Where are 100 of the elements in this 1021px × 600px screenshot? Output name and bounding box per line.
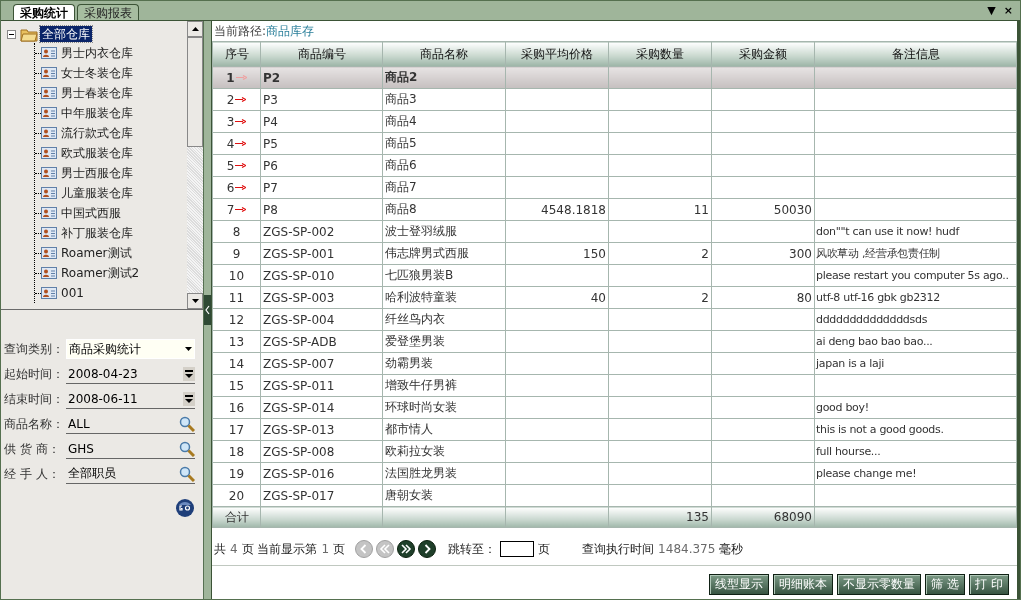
lookup-field[interactable]: 全部职员	[66, 464, 195, 484]
column-header[interactable]: 商品名称	[382, 41, 506, 67]
lookup-field[interactable]: GHS	[66, 439, 195, 459]
table-cell: utf-8 utf-16 gbk gb2312	[816, 291, 940, 304]
collapse-handle[interactable]	[204, 295, 211, 325]
action-button[interactable]: 线型显示	[709, 574, 770, 595]
date-field[interactable]: 2008-04-23	[66, 364, 195, 384]
contact-card-icon	[41, 67, 57, 79]
tree-item[interactable]: 001	[59, 285, 86, 301]
action-button[interactable]: 明细账本	[773, 574, 834, 595]
field-label: 商品名称：	[4, 415, 65, 433]
table-cell: 商品5	[385, 136, 417, 150]
tree-item[interactable]: 中国式西服	[59, 205, 123, 221]
tree-item[interactable]: 男士内衣仓库	[59, 45, 135, 61]
table-cell: 2	[226, 92, 235, 107]
window-control[interactable]: ▼	[984, 4, 999, 17]
table-cell: 5	[226, 158, 235, 173]
column-header[interactable]: 序号	[212, 41, 261, 67]
table-cell: 8	[232, 224, 241, 239]
table-cell: japan is a laji	[816, 357, 884, 370]
dropdown-icon[interactable]	[183, 391, 195, 406]
table-cell: P8	[263, 202, 278, 217]
table-cell: ZGS-SP-011	[263, 378, 335, 393]
column-header[interactable]: 采购平均价格	[505, 41, 609, 67]
path-label: 当前路径:	[214, 22, 267, 40]
table-cell: 18	[228, 444, 245, 459]
table-cell: ZGS-SP-004	[263, 312, 335, 327]
table-cell: 商品8	[385, 202, 417, 216]
search-icon[interactable]	[179, 440, 195, 457]
pager-text: 页	[538, 540, 551, 558]
table-cell: 4548.1818	[541, 202, 606, 217]
table-cell: 风吹草动 ,经营承包责任制	[816, 247, 941, 260]
tree-item[interactable]: 女士冬装仓库	[59, 65, 135, 81]
tree-item[interactable]: Roamer测试	[59, 245, 134, 261]
table-cell: ZGS-SP-003	[263, 290, 335, 305]
table-cell: 9	[232, 246, 241, 261]
dropdown[interactable]: 商品采购统计	[66, 339, 195, 359]
table-cell: ZGS-SP-014	[263, 400, 335, 415]
contact-card-icon	[41, 87, 57, 99]
next-page-button[interactable]	[397, 540, 416, 558]
lookup-field[interactable]: ALL	[66, 414, 195, 434]
table-cell: 欧莉拉女装	[385, 444, 445, 458]
collapse-icon[interactable]	[7, 29, 16, 39]
tree-item[interactable]: 全部仓库	[40, 26, 92, 42]
column-header[interactable]: 采购数量	[608, 41, 712, 67]
contact-card-icon	[41, 107, 57, 119]
action-button[interactable]: 不显示零数量	[837, 574, 922, 595]
column-header[interactable]: 备注信息	[814, 41, 1017, 67]
tree-item[interactable]: Roamer测试2	[59, 265, 142, 281]
tab[interactable]: 采购统计	[13, 4, 75, 20]
table-cell: P5	[263, 136, 278, 151]
action-button[interactable]: 打 印	[969, 574, 1009, 595]
date-field[interactable]: 2008-06-11	[66, 389, 195, 409]
tree-item[interactable]: 儿童服装仓库	[59, 185, 135, 201]
table-cell: ZGS-SP-002	[263, 224, 335, 239]
table-cell: 4	[226, 136, 235, 151]
search-icon[interactable]	[179, 415, 195, 432]
table-cell: 1	[226, 70, 235, 85]
column-header[interactable]: 商品编号	[260, 41, 383, 67]
total-cell: 合计	[224, 509, 249, 524]
table-cell: ZGS-SP-001	[263, 246, 335, 261]
breadcrumb-link[interactable]: 商品库存	[266, 22, 315, 40]
contact-card-icon	[41, 247, 57, 259]
folder-icon	[20, 26, 38, 42]
action-button[interactable]: 筛 选	[925, 574, 966, 595]
tree-item[interactable]: 欧式服装仓库	[59, 145, 135, 161]
dropdown-icon[interactable]	[183, 366, 195, 381]
table-cell: ZGS-SP-016	[263, 466, 335, 481]
field-label: 经 手 人：	[4, 465, 61, 483]
contact-card-icon	[41, 267, 57, 279]
table-cell: 20	[228, 488, 245, 503]
window-control[interactable]: ×	[1000, 4, 1016, 17]
table-cell: please change me!	[816, 467, 917, 480]
table-cell: 11	[693, 202, 709, 217]
column-header[interactable]: 采购金额	[711, 41, 815, 67]
scrollbar[interactable]	[187, 21, 203, 309]
table-cell: ddddddddddddddsds	[816, 313, 928, 326]
tree-item[interactable]: 流行款式仓库	[59, 125, 135, 141]
table-cell: P7	[263, 180, 278, 195]
search-icon[interactable]	[179, 465, 195, 482]
table-cell: 14	[228, 356, 245, 371]
tab[interactable]: 采购报表	[77, 4, 139, 20]
field-label: 起始时间：	[4, 365, 65, 383]
contact-card-icon	[41, 147, 57, 159]
table-cell: 商品6	[385, 158, 417, 172]
time-unit: 毫秒	[719, 540, 744, 558]
tree-item[interactable]: 男士春装仓库	[59, 85, 135, 101]
go-icon[interactable]	[175, 498, 195, 518]
up-arrow-icon[interactable]	[191, 27, 199, 31]
tree-item[interactable]: 中年服装仓库	[59, 105, 135, 121]
table-cell: 10	[228, 268, 245, 283]
tree-item[interactable]: 男士西服仓库	[59, 165, 135, 181]
table-cell: this is not a good goods.	[816, 423, 944, 436]
down-arrow-icon[interactable]	[191, 299, 199, 303]
page-input[interactable]	[500, 541, 535, 557]
caret-icon[interactable]	[184, 347, 192, 351]
last-page-button[interactable]	[418, 540, 437, 558]
jump-label: 跳转至：	[448, 540, 497, 558]
table-cell: ZGS-SP-017	[263, 488, 335, 503]
tree-item[interactable]: 补丁服装仓库	[59, 225, 135, 241]
